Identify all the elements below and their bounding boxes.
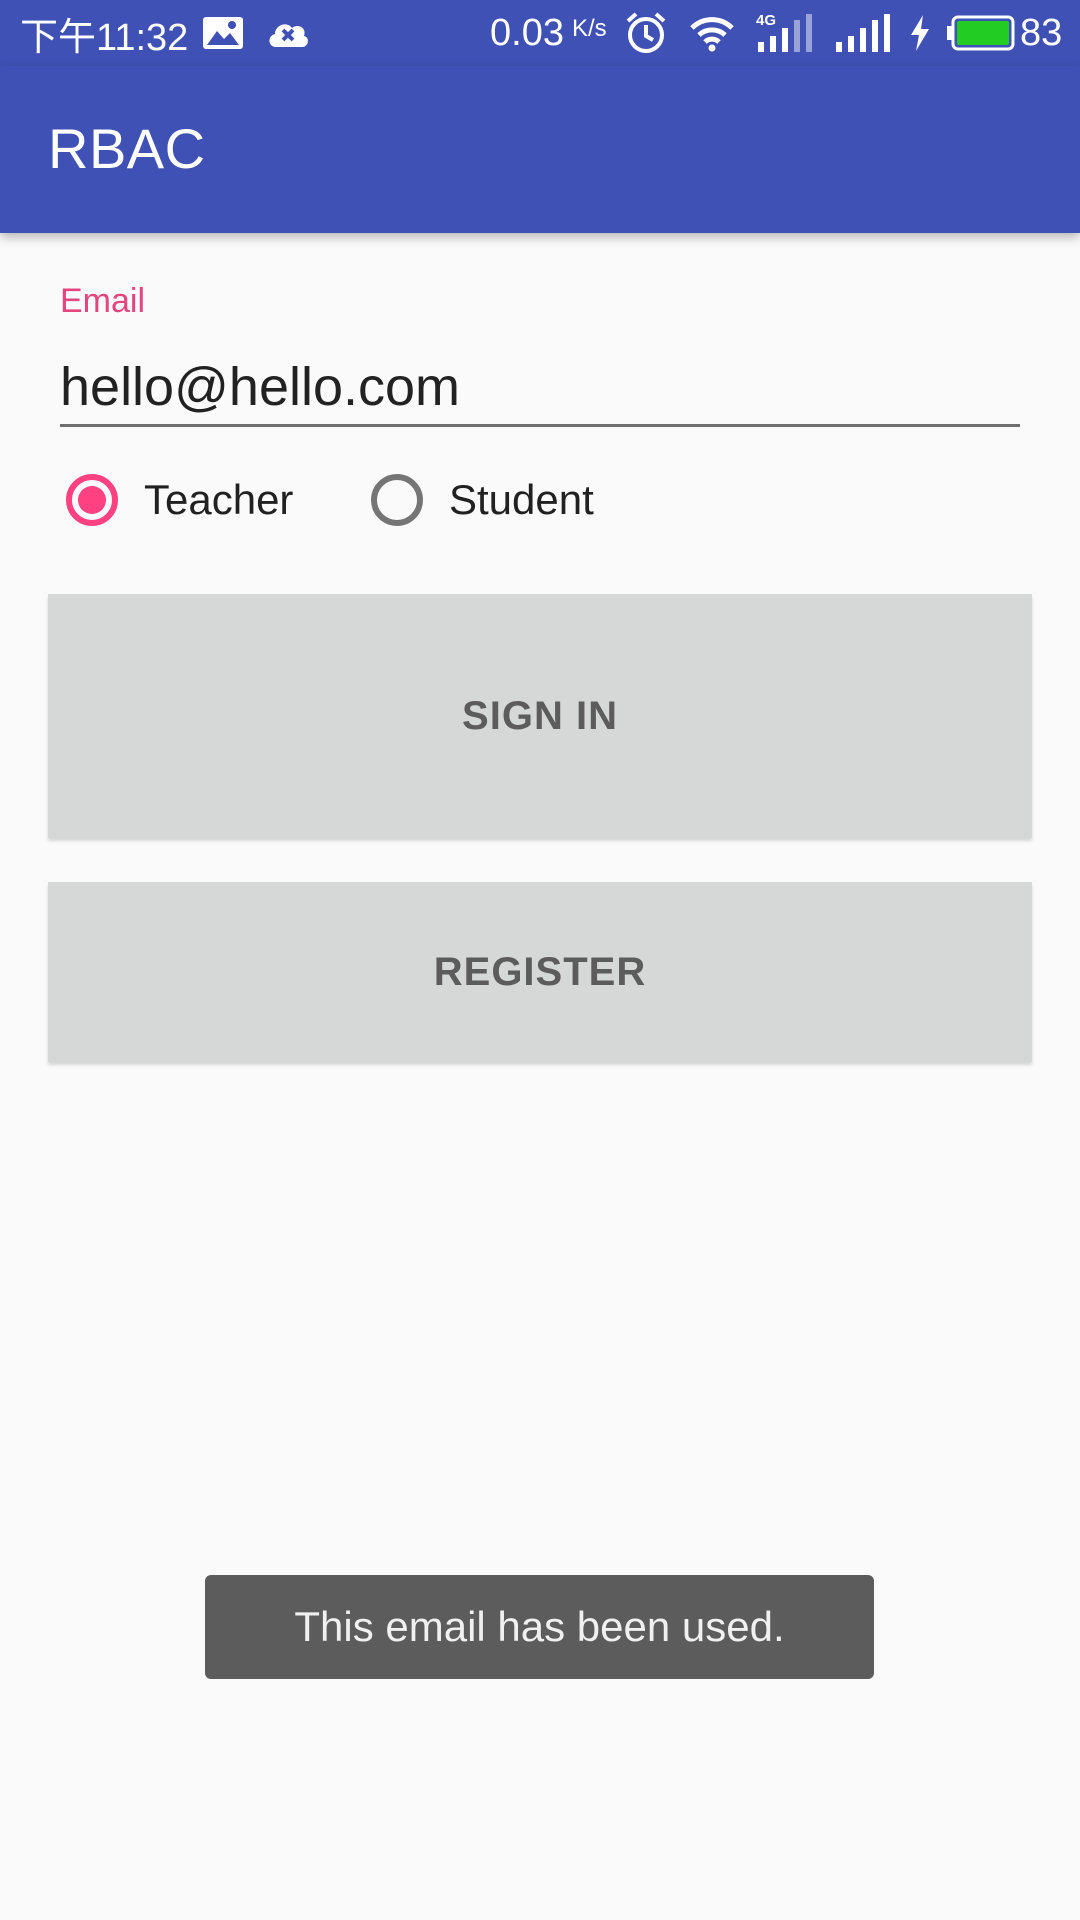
image-icon <box>202 0 244 66</box>
register-button[interactable]: REGISTER <box>48 882 1032 1062</box>
toast-message: This email has been used. <box>205 1575 874 1679</box>
email-field[interactable] <box>60 350 1020 427</box>
network-speed: 0.03 <box>490 11 564 54</box>
cloud-icon <box>266 0 310 66</box>
signal-icon <box>834 0 892 66</box>
charging-icon <box>908 0 932 66</box>
wifi-icon <box>690 0 734 66</box>
radio-student-label: Student <box>449 476 594 523</box>
email-label: Email <box>60 282 146 320</box>
battery-level: 83 <box>1020 11 1063 54</box>
radio-teacher[interactable]: Teacher <box>66 466 293 534</box>
alarm-icon <box>624 0 668 66</box>
radio-teacher-label: Teacher <box>144 476 294 523</box>
app-title: RBAC <box>48 117 206 180</box>
app-bar: RBAC <box>0 66 1080 233</box>
radio-checked-icon <box>66 474 118 526</box>
radio-student[interactable]: Student <box>371 466 594 534</box>
network-type-label: 4G <box>756 12 777 29</box>
radio-unchecked-icon <box>371 474 423 526</box>
status-bar: 下午11:32 0.03 K/s 4G 83 <box>0 0 1080 66</box>
network-speed-unit: K/s <box>571 15 607 42</box>
sign-in-button[interactable]: SIGN IN <box>48 594 1032 838</box>
status-time: 下午11:32 <box>20 16 189 59</box>
battery-icon <box>946 0 1016 66</box>
